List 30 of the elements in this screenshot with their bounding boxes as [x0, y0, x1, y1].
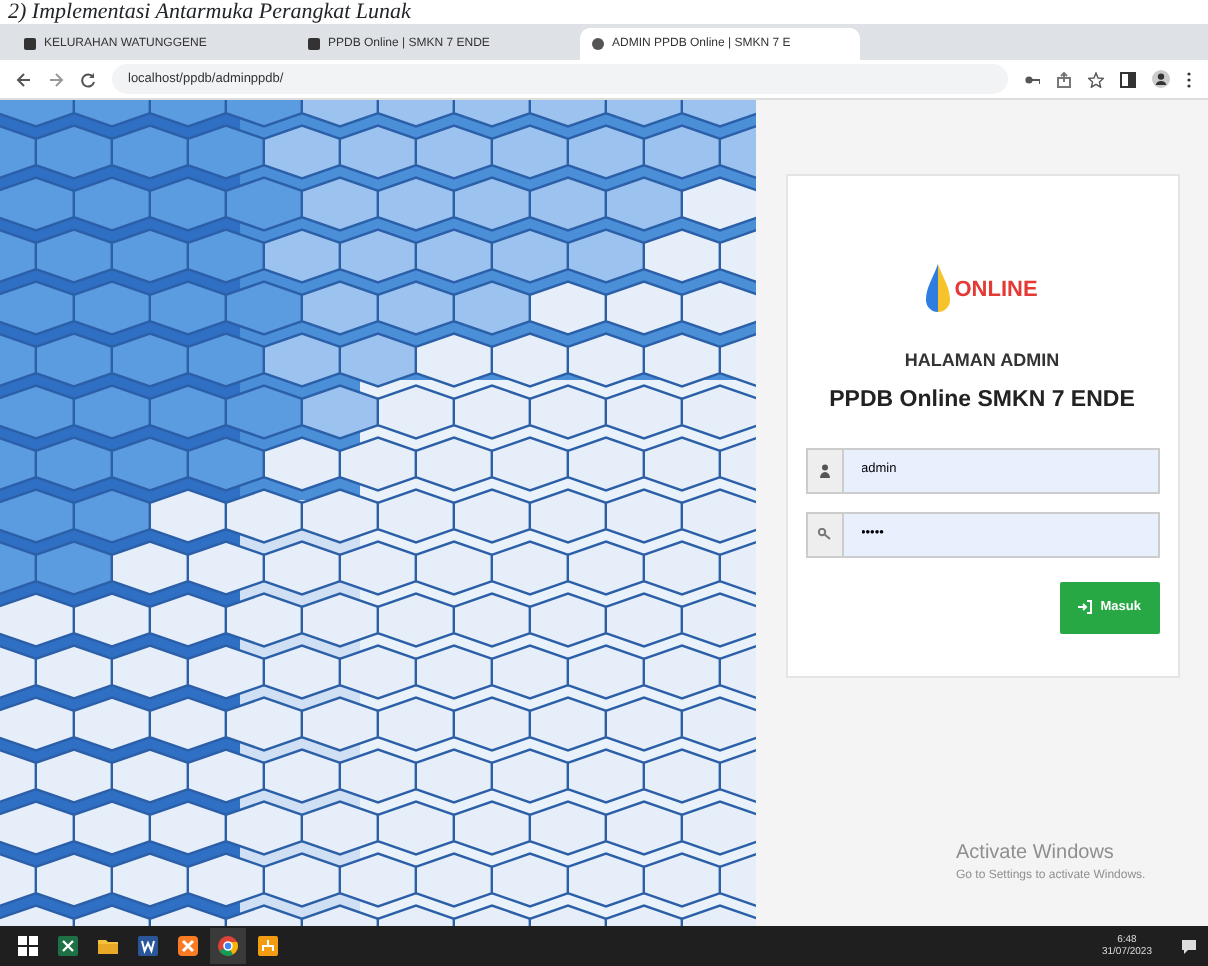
taskbar-app[interactable] [210, 928, 246, 964]
page-heading: HALAMAN ADMIN [904, 348, 1060, 374]
windows-icon [18, 936, 38, 956]
logo-icon [926, 264, 951, 316]
login-icon [1078, 600, 1093, 615]
menu-icon[interactable] [1186, 71, 1192, 87]
spreadsheet-app-icon [56, 934, 80, 958]
star-icon[interactable] [1088, 71, 1104, 87]
logo-text: ONLINE [954, 278, 1038, 302]
network-app-icon [256, 934, 280, 958]
document-app-icon [136, 934, 160, 958]
forward-icon[interactable] [48, 71, 64, 87]
key-icon [817, 528, 831, 541]
page-title: PPDB Online SMKN 7 ENDE [829, 385, 1135, 415]
share-icon[interactable] [1056, 71, 1072, 87]
tab-favicon [592, 38, 604, 50]
folder-icon [96, 934, 120, 958]
reload-icon[interactable] [80, 71, 96, 87]
back-icon[interactable] [16, 71, 32, 87]
activation-title: Activate Windows [956, 840, 1116, 868]
notification-icon[interactable] [1180, 937, 1198, 955]
key-icon[interactable] [1024, 71, 1040, 87]
sidebar-icon[interactable] [1120, 71, 1136, 87]
profile-icon[interactable] [1152, 70, 1170, 88]
server-app-icon [176, 934, 200, 958]
caption: 2) Implementasi Antarmuka Perangkat Lunak [6, 0, 413, 24]
tab-favicon [24, 38, 36, 50]
browser-icon [216, 934, 240, 958]
tab-favicon [308, 38, 320, 50]
user-icon [819, 463, 829, 478]
